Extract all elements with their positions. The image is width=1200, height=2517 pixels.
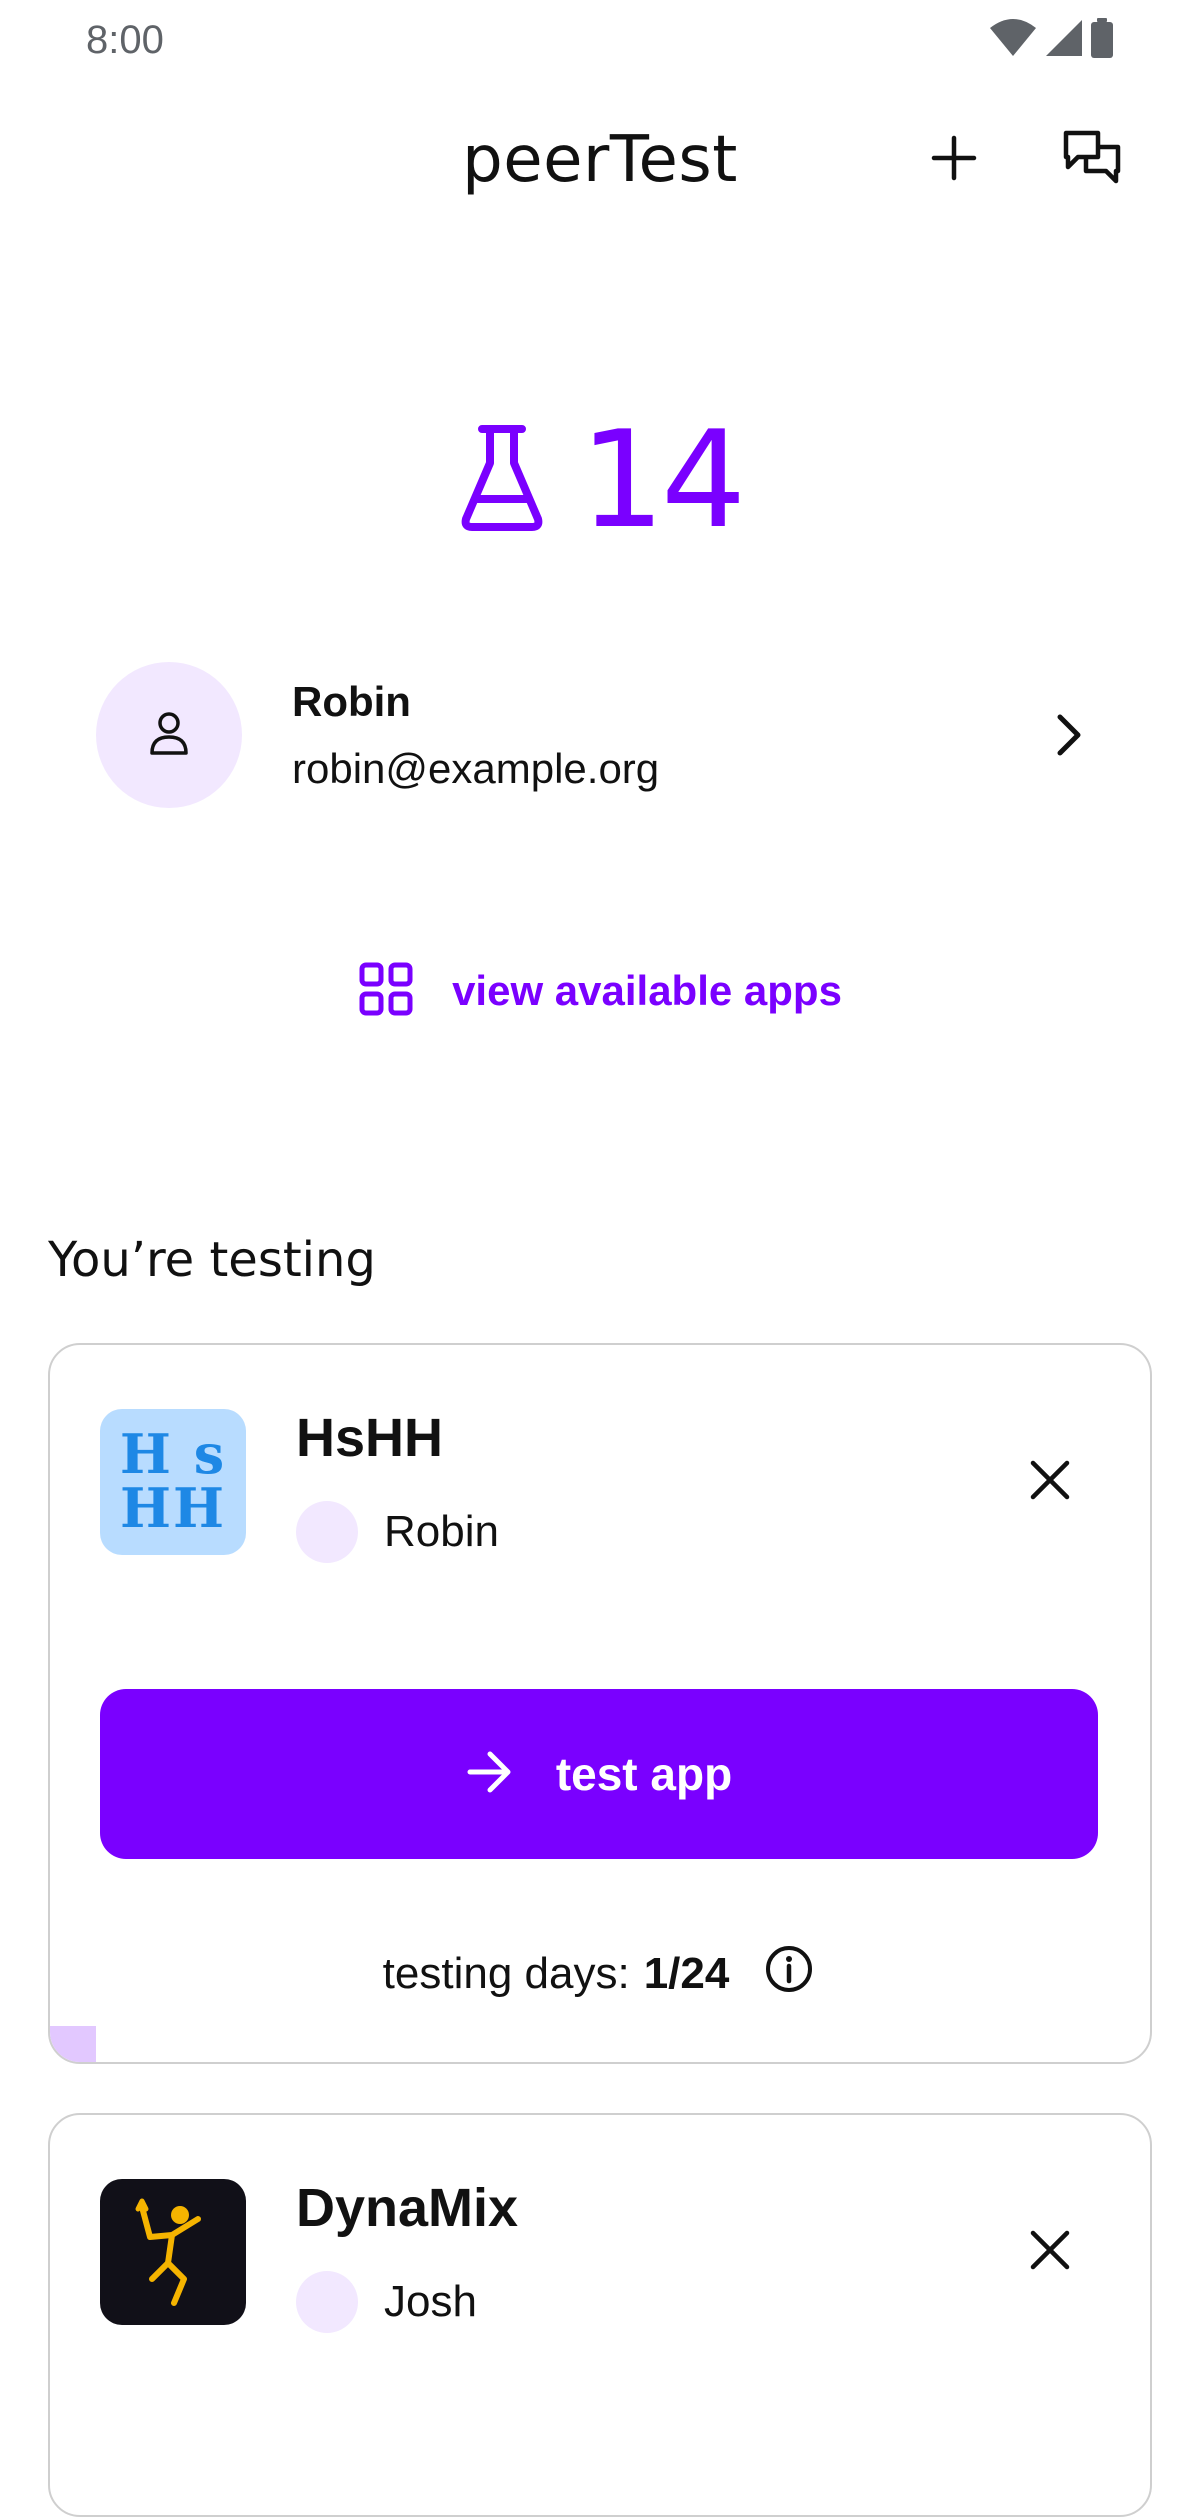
view-available-apps-link[interactable]: view available apps	[0, 956, 1200, 1026]
wifi-icon	[988, 18, 1038, 63]
close-icon	[1028, 2228, 1072, 2277]
testing-days-row: testing days: 1/24	[50, 1939, 1150, 2009]
testing-days-value: 1/24	[643, 1949, 730, 1998]
status-time: 8:00	[86, 18, 164, 62]
person-icon	[149, 711, 189, 760]
avatar	[96, 662, 242, 808]
app-name: HsHH	[296, 1408, 444, 1468]
close-icon	[1028, 1458, 1072, 1507]
chat-icon	[1060, 127, 1124, 194]
credits-value: 14	[579, 402, 747, 558]
flask-icon	[458, 423, 546, 538]
testing-days-label: testing days:	[382, 1949, 630, 1998]
app-icon-dynamix	[100, 2179, 246, 2325]
info-icon	[764, 1944, 814, 2005]
app-icon-text-bottom: HH	[119, 1476, 227, 1540]
owner-avatar	[296, 1501, 358, 1563]
credits-counter: 14	[0, 410, 1200, 550]
profile-email: robin@example.org	[292, 745, 660, 792]
test-app-button[interactable]: test app	[100, 1689, 1098, 1859]
owner-name: Josh	[384, 2277, 477, 2326]
arrow-right-icon	[466, 1750, 514, 1799]
test-app-label: test app	[555, 1748, 733, 1800]
add-button[interactable]	[912, 118, 996, 202]
owner-avatar	[296, 2271, 358, 2333]
plus-icon	[928, 132, 980, 189]
profile-name: Robin	[292, 678, 411, 725]
info-button[interactable]	[761, 1944, 817, 2005]
signal-icon	[1044, 18, 1084, 63]
remove-app-button[interactable]	[1008, 2210, 1092, 2294]
app-title: peerTest	[462, 123, 738, 197]
app-card: DynaMix Josh	[48, 2113, 1152, 2517]
battery-icon	[1090, 18, 1114, 63]
section-title: You’re testing	[48, 1232, 376, 1288]
owner-name: Robin	[384, 1507, 499, 1556]
view-available-apps-label: view available apps	[452, 967, 842, 1014]
testing-progress-bar	[50, 2026, 96, 2062]
app-icon-text-top: H s	[119, 1422, 227, 1486]
grid-icon	[358, 961, 414, 1022]
profile-row[interactable]: Robin robin@example.org	[96, 660, 1104, 810]
app-card: H s HH HsHH Robin test app testing days:…	[48, 1343, 1152, 2064]
app-icon-hshh: H s HH	[100, 1409, 246, 1555]
status-icons	[988, 18, 1114, 63]
chevron-right-icon	[1034, 700, 1104, 770]
messages-button[interactable]	[1050, 118, 1134, 202]
remove-app-button[interactable]	[1008, 1440, 1092, 1524]
app-name: DynaMix	[296, 2178, 519, 2238]
